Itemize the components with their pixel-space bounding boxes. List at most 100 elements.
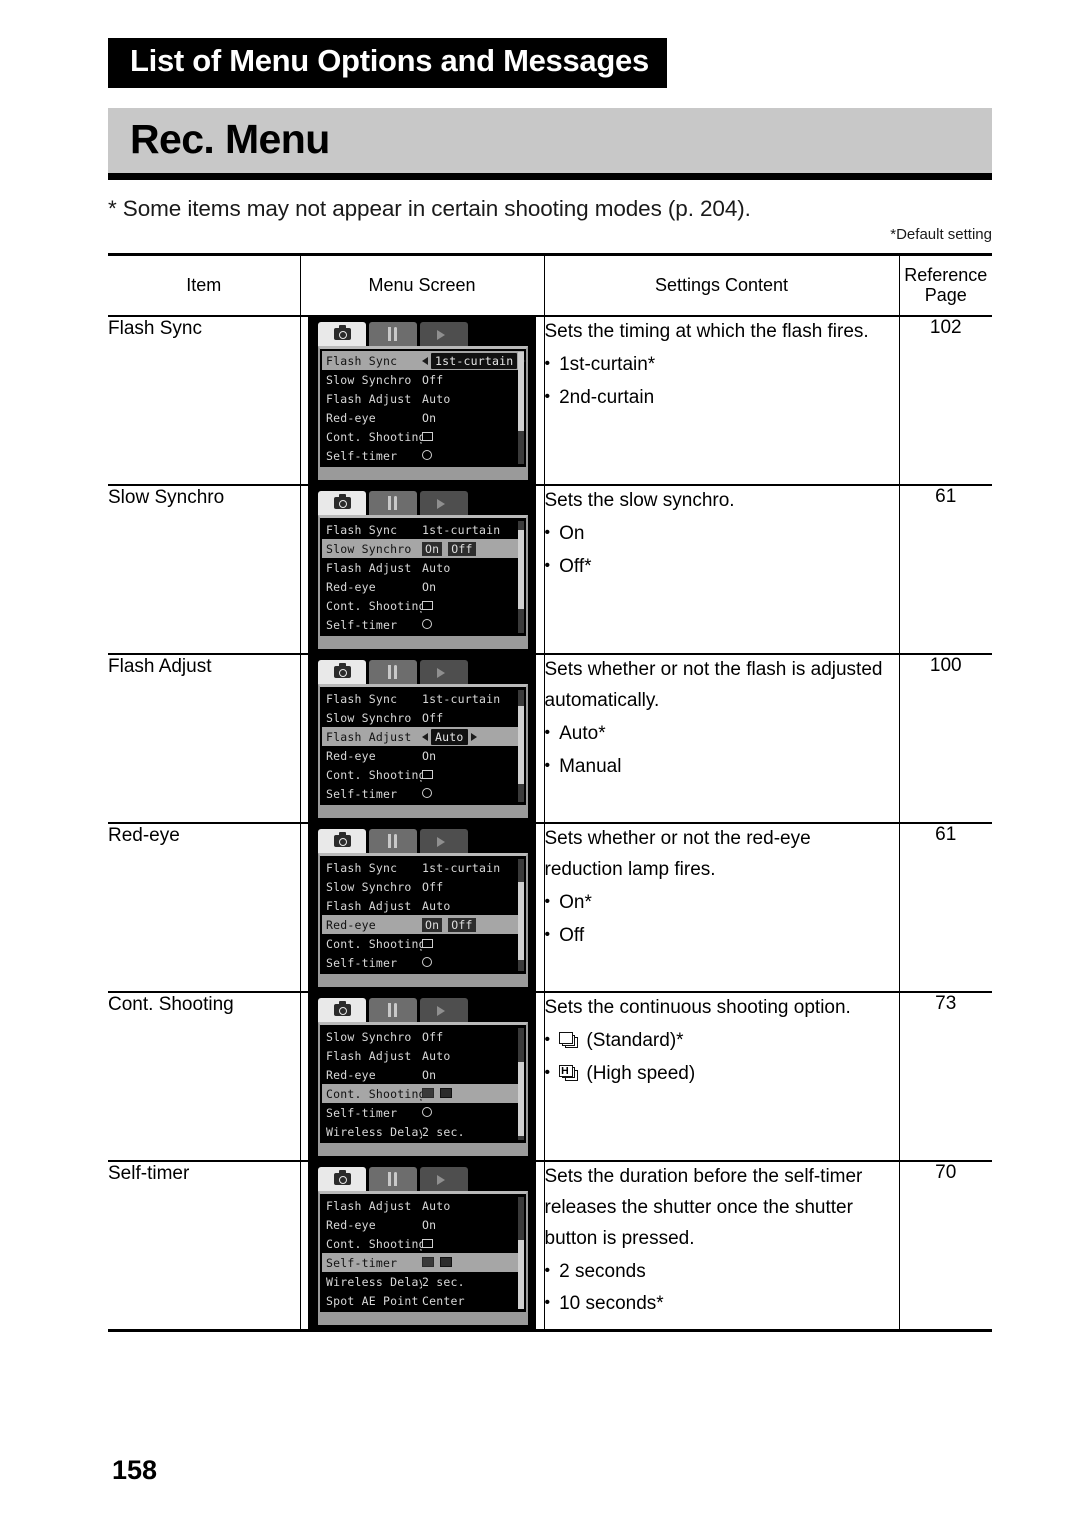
manual-page: List of Menu Options and Messages Rec. M… [0, 0, 1080, 1529]
lcd-menu-row[interactable]: Cont. Shooting [322, 1234, 524, 1253]
section-banner: Rec. Menu [108, 108, 992, 180]
cell-reference-page: 61 [898, 485, 992, 656]
settings-option-label: Manual [559, 755, 622, 777]
lcd-menu-panel: Slow Synchro Off Flash Adjust Auto Red-eye On… [318, 1022, 528, 1146]
settings-description-line: releases the shutter once the shutter [544, 1197, 853, 1219]
left-arrow-icon [422, 356, 428, 365]
lcd-menu-row[interactable]: Self-timer [322, 1253, 524, 1273]
lcd-row-label: Slow Synchro [326, 541, 412, 556]
lcd-tab-0[interactable] [318, 1167, 366, 1192]
lcd-menu-row[interactable]: Wireless Delay 2 sec. [322, 1122, 524, 1141]
lcd-value: Auto [422, 391, 451, 406]
lcd-scrollbar[interactable] [518, 859, 524, 972]
lcd-menu-row[interactable]: Red-eye On [322, 1215, 524, 1234]
lcd-value: 2 sec. [422, 1124, 465, 1139]
lcd-menu-row[interactable]: Cont. Shooting [322, 596, 524, 615]
lcd-row-label: Flash Adjust [326, 1048, 412, 1063]
lcd-menu-row[interactable]: Flash Sync 1st-curtain [322, 858, 524, 877]
camera-tab-icon [333, 1170, 351, 1186]
lcd-menu-row[interactable]: Red-eye On [322, 1065, 524, 1084]
lcd-tab-0[interactable] [318, 322, 366, 347]
lcd-menu-row[interactable]: Flash Adjust Auto [322, 558, 524, 577]
lcd-tab-0[interactable] [318, 660, 366, 685]
lcd-menu-row[interactable]: Flash Adjust Auto [322, 896, 524, 915]
lcd-tab-2[interactable] [420, 491, 468, 516]
lcd-tab-2[interactable] [420, 322, 468, 347]
lcd-tab-2[interactable] [420, 660, 468, 685]
default-setting-note: *Default setting [890, 226, 992, 243]
lcd-menu-row[interactable]: Red-eye On Off [322, 915, 524, 935]
lcd-row-label: Flash Adjust [326, 560, 412, 575]
lcd-menu-row[interactable]: Flash Adjust Auto [322, 1196, 524, 1215]
lcd-tab-bar [312, 828, 532, 854]
lcd-value: Center [422, 1293, 465, 1308]
lcd-scrollbar[interactable] [518, 352, 524, 465]
lcd-menu-row[interactable]: Flash Adjust Auto [322, 1046, 524, 1065]
lcd-value-choice: On Off [422, 541, 521, 556]
lcd-menu-row[interactable]: Slow Synchro Off [322, 708, 524, 727]
lcd-menu-row[interactable]: Wireless Delay 2 sec. [322, 1272, 524, 1291]
lcd-value: Off [422, 710, 444, 725]
lcd-menu-row[interactable]: Cont. Shooting [322, 934, 524, 953]
lcd-menu-row[interactable]: Cont. Shooting [322, 1084, 524, 1104]
table-row: Self-timer Flash Adjust Auto Red-eye On Cont.… [108, 1161, 992, 1333]
column-header-item: Item [108, 253, 300, 318]
lcd-menu-row[interactable]: Red-eye On [322, 408, 524, 427]
lcd-value-choice [422, 1256, 521, 1270]
lcd-scrollbar[interactable] [518, 1028, 524, 1141]
lcd-tab-2[interactable] [420, 1167, 468, 1192]
lcd-menu-row[interactable]: Self-timer [322, 784, 524, 803]
lcd-row-label: Cont. Shooting [326, 767, 422, 782]
lcd-menu-row[interactable]: Flash Adjust Auto [322, 727, 524, 747]
lcd-menu-row[interactable]: Slow Synchro Off [322, 877, 524, 896]
lcd-menu-panel: Flash Adjust Auto Red-eye On Cont. Shooting S… [318, 1191, 528, 1315]
settings-option-label: On [559, 523, 585, 545]
lcd-value-selector: 1st-curtain [422, 352, 527, 369]
lcd-tab-1[interactable] [369, 829, 417, 854]
lcd-row-label: Flash Sync [326, 522, 398, 537]
lcd-menu-row[interactable]: Slow Synchro Off [322, 370, 524, 389]
lcd-menu-row[interactable]: Cont. Shooting [322, 427, 524, 446]
cell-item: Cont. Shooting [108, 992, 300, 1163]
settings-option-label: 2 seconds [559, 1260, 646, 1282]
lcd-menu-row[interactable]: Self-timer [322, 1103, 524, 1122]
lcd-tab-0[interactable] [318, 829, 366, 854]
lcd-menu-row[interactable]: Slow Synchro Off [322, 1027, 524, 1046]
settings-option-label: On* [559, 891, 592, 913]
lcd-row-label: Cont. Shooting [326, 1086, 422, 1101]
lcd-scrollbar[interactable] [518, 521, 524, 634]
lcd-menu-row[interactable]: Flash Adjust Auto [322, 389, 524, 408]
lcd-tab-1[interactable] [369, 322, 417, 347]
lcd-menu-row[interactable]: Cont. Shooting [322, 765, 524, 784]
lcd-menu-row[interactable]: Self-timer [322, 953, 524, 972]
lcd-scrollbar[interactable] [518, 690, 524, 803]
lcd-row-label: Flash Adjust [326, 1198, 412, 1213]
lcd-menu-row[interactable]: Self-timer [322, 446, 524, 465]
lcd-value-choice: On Off [422, 917, 521, 932]
lcd-tab-bar [312, 321, 532, 347]
lcd-value: Auto [431, 728, 468, 745]
lcd-menu-row[interactable]: Flash Sync 1st-curtain [322, 351, 527, 371]
lcd-value: 1st-curtain [422, 860, 501, 875]
lcd-tab-1[interactable] [369, 491, 417, 516]
lcd-tab-1[interactable] [369, 660, 417, 685]
camera-tab-icon [333, 1001, 351, 1017]
intro-note: * Some items may not appear in certain s… [108, 196, 751, 221]
lcd-choice-option: Off [448, 541, 476, 556]
lcd-tab-1[interactable] [369, 998, 417, 1023]
bullet-icon: • [544, 925, 551, 943]
lcd-menu-row[interactable]: Self-timer [322, 615, 524, 634]
lcd-menu-row[interactable]: Slow Synchro On Off [322, 539, 524, 559]
lcd-tab-0[interactable] [318, 491, 366, 516]
lcd-menu-row[interactable]: Red-eye On [322, 746, 524, 765]
lcd-menu-screenshot: Slow Synchro Off Flash Adjust Auto Red-eye On… [308, 993, 536, 1161]
lcd-tab-2[interactable] [420, 998, 468, 1023]
lcd-menu-row[interactable]: Flash Sync 1st-curtain [322, 520, 524, 539]
lcd-menu-row[interactable]: Flash Sync 1st-curtain [322, 689, 524, 708]
lcd-tab-2[interactable] [420, 829, 468, 854]
lcd-menu-row[interactable]: Red-eye On [322, 577, 524, 596]
lcd-menu-row[interactable]: Spot AE Point Center [322, 1291, 524, 1310]
lcd-scrollbar[interactable] [518, 1197, 524, 1310]
lcd-tab-0[interactable] [318, 998, 366, 1023]
lcd-tab-1[interactable] [369, 1167, 417, 1192]
